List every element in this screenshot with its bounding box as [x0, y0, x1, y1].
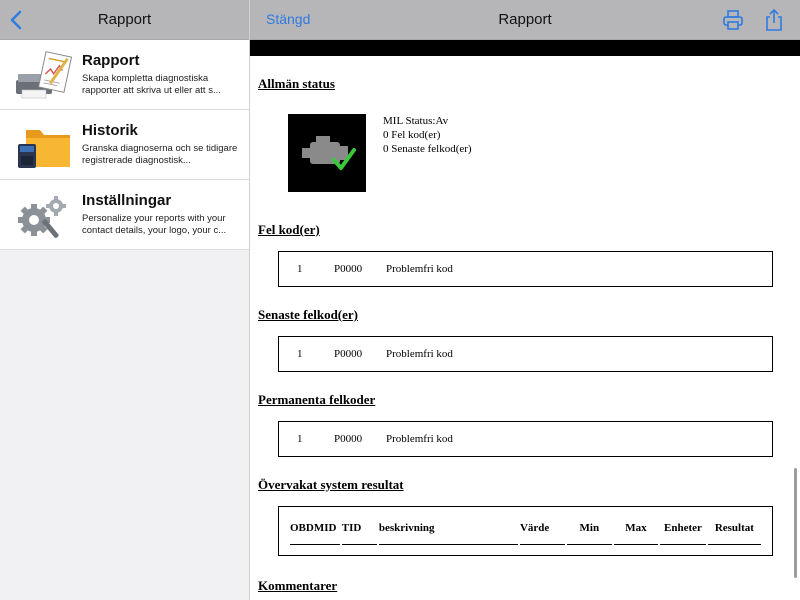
engine-status-image — [288, 114, 366, 192]
col-beskrivning: beskrivning — [378, 517, 518, 545]
main-panel: Stängd Rapport Allmän status MIL Status:… — [250, 0, 800, 600]
sidebar-menu: Rapport Skapa kompletta diagnostiska rap… — [0, 40, 249, 250]
code-index: 1 — [297, 348, 303, 360]
table-header-row: OBDMID TID beskrivning Värde Min Max Enh… — [290, 517, 761, 545]
report-top-bar — [250, 40, 800, 56]
main-header: Stängd Rapport — [250, 0, 800, 40]
sidebar-item-rapport[interactable]: Rapport Skapa kompletta diagnostiska rap… — [0, 40, 249, 110]
chevron-left-icon — [10, 10, 22, 30]
col-resultat: Resultat — [707, 517, 761, 545]
sidebar-item-title: Rapport — [82, 52, 140, 69]
report-view[interactable]: Allmän status MIL Status:Av 0 Fel kod(er… — [250, 40, 800, 600]
fault-code-row: 1 P0000 Problemfri kod — [278, 251, 773, 287]
share-button[interactable] — [764, 8, 784, 32]
permanent-codes-heading: Permanenta felkoder — [258, 392, 376, 407]
code-id: P0000 — [334, 433, 363, 445]
print-button[interactable] — [722, 9, 744, 31]
sidebar-title: Rapport — [97, 11, 152, 28]
code-index: 1 — [297, 433, 303, 445]
printer-report-icon — [16, 51, 73, 99]
recent-code-row: 1 P0000 Problemfri kod — [278, 336, 773, 372]
sidebar-item-title: Inställningar — [82, 192, 172, 209]
sidebar-item-historik[interactable]: Historik Granska diagnoserna och se tidi… — [0, 110, 249, 180]
col-tid: TID — [341, 517, 377, 545]
share-icon — [766, 8, 782, 31]
status-lines: MIL Status:Av 0 Fel kod(er) 0 Senaste fe… — [383, 114, 472, 192]
code-description: Problemfri kod — [386, 433, 453, 445]
page-title: Rapport — [498, 11, 552, 28]
close-button[interactable]: Stängd — [266, 11, 310, 27]
code-description: Problemfri kod — [386, 263, 453, 275]
sidebar-item-installningar[interactable]: Inställningar Personalize your reports w… — [0, 180, 249, 250]
folder-sdcard-icon — [18, 130, 70, 168]
sidebar-item-desc: Granska diagnoserna och se tidigare regi… — [82, 143, 238, 166]
code-index: 1 — [297, 263, 303, 275]
monitored-results: OBDMID TID beskrivning Värde Min Max Enh… — [278, 506, 773, 556]
col-obdmid: OBDMID — [290, 517, 340, 545]
recent-code-count: 0 Senaste felkod(er) — [383, 143, 472, 155]
col-min: Min — [567, 517, 612, 545]
general-status-heading: Allmän status — [258, 76, 335, 91]
fault-code-count: 0 Fel kod(er) — [383, 129, 441, 141]
sidebar: Rapport Rapport Skapa kompletta diagnost… — [0, 0, 250, 600]
col-varde: Värde — [519, 517, 566, 545]
monitored-table: OBDMID TID beskrivning Värde Min Max Enh… — [288, 517, 763, 545]
fault-codes-heading: Fel kod(er) — [258, 222, 320, 237]
sidebar-item-title: Historik — [82, 122, 138, 139]
printer-icon — [723, 10, 743, 30]
report-body: Allmän status MIL Status:Av 0 Fel kod(er… — [250, 76, 800, 594]
engine-check-icon — [302, 136, 356, 170]
permanent-code-row: 1 P0000 Problemfri kod — [278, 421, 773, 457]
report-scrollbar[interactable] — [794, 468, 797, 578]
recent-codes-heading: Senaste felkod(er) — [258, 307, 359, 322]
general-status: MIL Status:Av 0 Fel kod(er) 0 Senaste fe… — [288, 114, 792, 192]
col-enheter: Enheter — [660, 517, 706, 545]
code-id: P0000 — [334, 348, 363, 360]
sidebar-item-desc: Skapa kompletta diagnostiska rapporter a… — [82, 73, 221, 96]
comments-heading: Kommentarer — [258, 578, 338, 593]
monitored-heading: Övervakat system resultat — [258, 477, 404, 492]
col-max: Max — [613, 517, 659, 545]
code-description: Problemfri kod — [386, 348, 453, 360]
back-button[interactable] — [6, 9, 26, 31]
sidebar-header: Rapport — [0, 0, 249, 40]
gears-tools-icon — [18, 196, 66, 238]
mil-status: MIL Status:Av — [383, 115, 449, 127]
sidebar-item-desc: Personalize your reports with your conta… — [82, 213, 227, 236]
code-id: P0000 — [334, 263, 363, 275]
